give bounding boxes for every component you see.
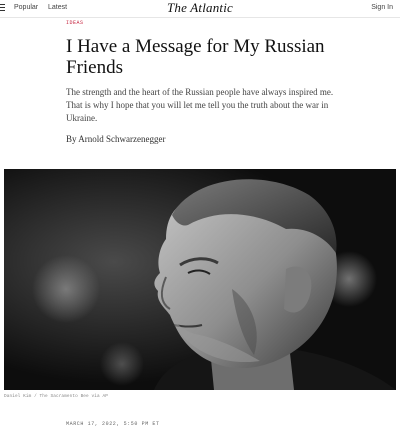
photo-credit: Daniel Kim / The Sacramento Bee via AP — [4, 394, 108, 399]
author-link[interactable]: Arnold Schwarzenegger — [78, 134, 165, 144]
hero-photo — [4, 169, 396, 390]
top-nav: Popular Latest The Atlantic Sign In — [0, 0, 400, 18]
byline-prefix: By — [66, 134, 77, 144]
byline: By Arnold Schwarzenegger — [66, 134, 166, 144]
article-headline: I Have a Message for My Russian Friends — [66, 36, 325, 78]
publish-date: MARCH 17, 2022, 5:50 PM ET — [66, 421, 160, 427]
sign-in-link[interactable]: Sign In — [371, 4, 393, 11]
section-label[interactable]: IDEAS — [66, 20, 84, 26]
site-logo[interactable]: The Atlantic — [0, 0, 400, 15]
article-dek: The strength and the heart of the Russia… — [66, 87, 334, 123]
portrait-illustration — [4, 169, 396, 390]
